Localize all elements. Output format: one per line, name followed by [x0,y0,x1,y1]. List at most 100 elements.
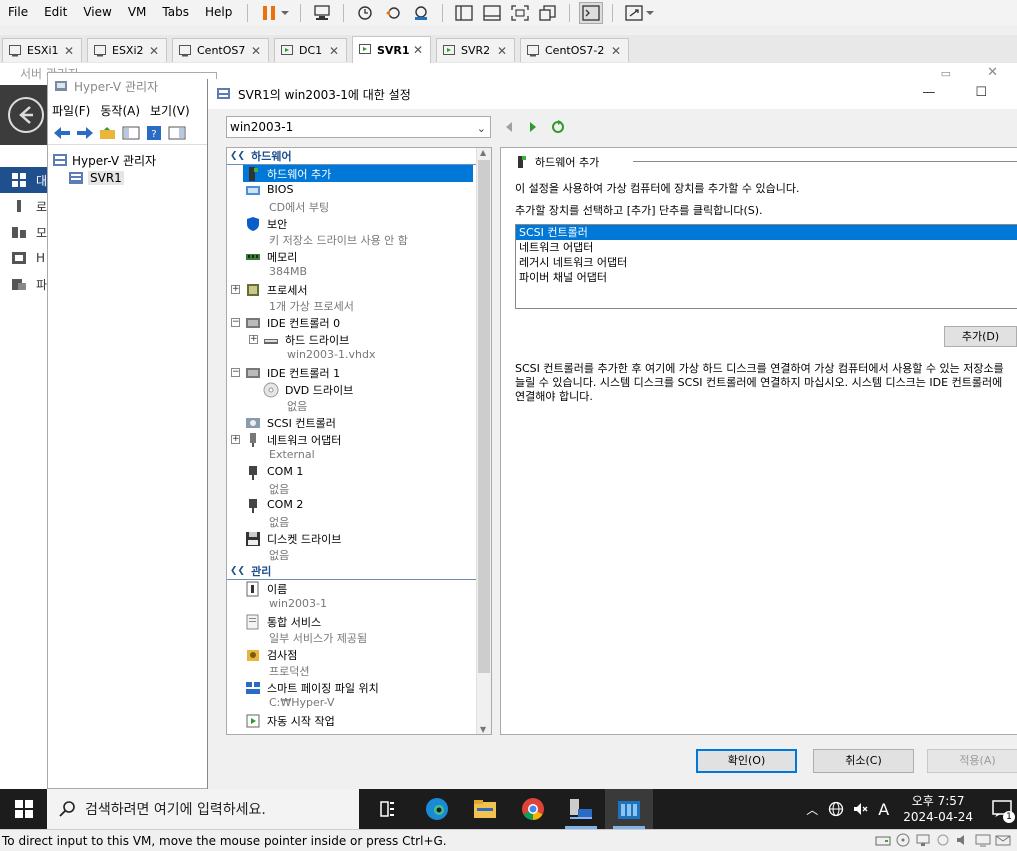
file-explorer-button[interactable] [461,789,509,829]
scrollbar-thumb[interactable] [478,160,490,673]
chevron-up-icon[interactable]: ︿ [806,801,818,818]
start-button[interactable] [0,789,47,829]
hardware-list-scrollbar[interactable]: ▲ ▼ [476,148,491,734]
hw-item-add-hardware[interactable]: 하드웨어 추가 [227,165,491,182]
manage-item-integration-services[interactable]: 통합 서비스 일부 서비스가 제공됨 [227,613,491,646]
menu-tabs[interactable]: Tabs [154,0,197,25]
manage-item-name[interactable]: 이름 win2003-1 [227,580,491,613]
ime-indicator[interactable]: A [878,800,889,819]
task-view-button[interactable] [365,789,413,829]
menu-vm[interactable]: VM [120,0,155,25]
network-status-icon[interactable] [915,833,931,847]
sidebar-item-dashboard[interactable]: 대 [0,167,47,193]
hw-item-ide-controller-0[interactable]: − IDE 컨트롤러 0 [227,314,491,331]
hw-item-security[interactable]: 보안 키 저장소 드라이브 사용 안 함 [227,215,491,248]
scroll-down-icon[interactable]: ▼ [480,725,486,734]
show-tree-button[interactable] [121,124,141,142]
hw-item-network-adapter[interactable]: + 네트워크 어댑터 External [227,431,491,464]
background-close-icon[interactable]: ✕ [987,65,998,80]
collapse-icon[interactable]: − [231,318,240,327]
next-vm-button[interactable] [527,121,539,133]
help-button[interactable]: ? [144,124,164,142]
usb-status-icon[interactable] [935,833,951,847]
sidebar-item-local[interactable]: 로 [0,193,47,219]
cd-status-icon[interactable] [895,833,911,847]
scroll-up-icon[interactable]: ▲ [480,148,486,157]
manage-item-smart-paging[interactable]: 스마트 페이징 파일 위치 C:₩Hyper-V [227,679,491,712]
expand-icon[interactable]: + [249,335,258,344]
hw-item-ide-controller-1[interactable]: − IDE 컨트롤러 1 [227,364,491,381]
taskbar-clock[interactable]: 오후 7:57 2024-04-24 [903,793,973,825]
collapse-icon[interactable]: − [231,368,240,377]
send-ctrl-alt-del-button[interactable] [310,2,334,24]
sidebar-item-files[interactable]: 파 [0,271,47,297]
hyperv-manager-taskbar-button[interactable] [605,789,653,829]
close-icon[interactable]: ✕ [497,44,507,58]
tab-svr1[interactable]: SVR1 ✕ [352,36,431,63]
vm-console[interactable]: 서버 관리자 대 로 모 H 파 ▭ ✕ Hyp [0,63,1017,829]
tab-esxi1[interactable]: ESXi1 ✕ [2,38,82,62]
close-icon[interactable]: ✕ [329,44,339,58]
close-icon[interactable]: ✕ [251,44,261,58]
back-arrow-icon[interactable] [8,97,44,133]
ok-button[interactable]: 확인(O) [696,749,797,773]
back-button[interactable] [52,124,72,142]
full-screen-button[interactable] [508,2,532,24]
snapshot-manager-button[interactable] [409,2,433,24]
add-button[interactable]: 추가(D) [944,326,1017,347]
list-item-fibre-channel-adapter[interactable]: 파이버 채널 어댑터 [516,270,1017,285]
message-status-icon[interactable] [995,833,1011,847]
menu-action[interactable]: 동작(A) [100,102,140,119]
section-header-hardware[interactable]: ❮❮ 하드웨어 [227,148,491,165]
hw-item-diskette-drive[interactable]: 디스켓 드라이브 없음 [227,530,491,563]
close-icon[interactable]: ✕ [413,43,423,57]
tab-svr2[interactable]: SVR2 ✕ [436,38,515,62]
revert-snapshot-button[interactable] [381,2,405,24]
chrome-browser-button[interactable] [509,789,557,829]
hw-item-memory[interactable]: 메모리 384MB [227,248,491,281]
hw-item-com2[interactable]: COM 2 없음 [227,497,491,530]
server-manager-taskbar-button[interactable] [557,789,605,829]
hard-disk-status-icon[interactable] [875,833,891,847]
menu-view[interactable]: 보기(V) [150,102,190,119]
stretch-dropdown-caret[interactable] [646,10,655,15]
sidebar-item-all[interactable]: 모 [0,219,47,245]
apply-button[interactable]: 적용(A) [927,749,1017,773]
forward-button[interactable] [75,124,95,142]
close-icon[interactable]: ✕ [611,44,621,58]
up-folder-button[interactable] [98,124,118,142]
tree-item-root[interactable]: Hyper-V 관리자 [52,151,216,169]
unity-button[interactable] [536,2,560,24]
list-item-legacy-network-adapter[interactable]: 레거시 네트워크 어댑터 [516,255,1017,270]
maximize-icon[interactable]: ☐ [975,85,987,100]
manage-item-checkpoints[interactable]: 검사점 프로덕션 [227,646,491,679]
taskbar-search-box[interactable]: 검색하려면 여기에 입력하세요. [47,789,359,829]
action-pane-button[interactable] [167,124,187,142]
refresh-button[interactable] [551,120,565,134]
display-status-icon[interactable] [975,833,991,847]
tree-item-svr1[interactable]: SVR1 [52,169,216,187]
hw-item-hard-drive[interactable]: + 하드 드라이브 win2003-1.vhdx [227,331,491,364]
volume-muted-icon[interactable] [852,801,870,817]
sidebar-item-hyperv[interactable]: H [0,245,47,271]
expand-icon[interactable]: + [231,285,240,294]
pause-button[interactable] [257,2,281,24]
list-item-network-adapter[interactable]: 네트워크 어댑터 [516,240,1017,255]
minimize-icon[interactable]: — [922,85,935,100]
previous-vm-button[interactable] [503,121,515,133]
manage-item-automatic-start[interactable]: 자동 시작 작업 [227,712,491,734]
menu-help[interactable]: Help [197,0,240,25]
notification-center-button[interactable]: 1 [987,789,1017,829]
sound-status-icon[interactable] [955,833,971,847]
hw-item-dvd-drive[interactable]: DVD 드라이브 없음 [227,381,491,414]
close-icon[interactable]: ✕ [64,44,74,58]
tab-dc1[interactable]: DC1 ✕ [274,38,347,62]
tab-centos7-2[interactable]: CentOS7-2 ✕ [520,38,629,62]
stretch-guest-button[interactable] [622,2,646,24]
device-listbox[interactable]: SCSI 컨트롤러 네트워크 어댑터 레거시 네트워크 어댑터 파이버 채널 어… [515,224,1017,309]
cancel-button[interactable]: 취소(C) [813,749,914,773]
close-icon[interactable]: ✕ [149,44,159,58]
hw-item-com1[interactable]: COM 1 없음 [227,464,491,497]
tab-centos7[interactable]: CentOS7 ✕ [172,38,269,62]
menu-edit[interactable]: Edit [36,0,75,25]
